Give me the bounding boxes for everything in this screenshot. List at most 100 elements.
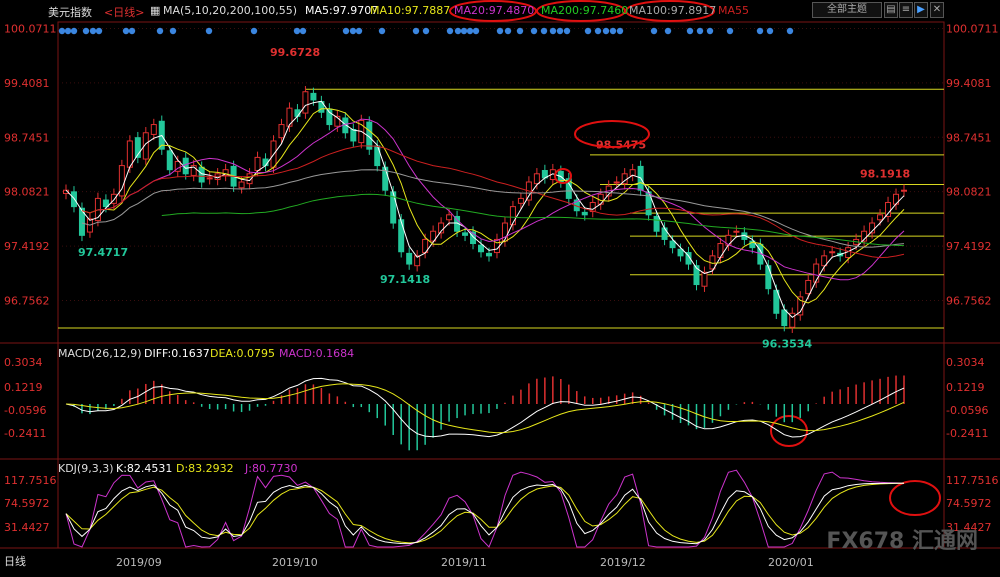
chart-stage: 100.0711 100.0711 99.4081 99.4081 98.7451 98.…	[0, 0, 1000, 573]
event-dot	[516, 27, 524, 35]
event-dot	[584, 27, 592, 35]
event-dot	[95, 27, 103, 35]
price-tick-right: 98.7451	[946, 131, 992, 144]
kdj-j: J:80.7730	[245, 462, 298, 475]
chart-period[interactable]: <日线>	[104, 4, 144, 20]
price-tick-right: 96.7562	[946, 294, 992, 307]
kdj-tick-right: 117.7516	[946, 474, 999, 487]
event-dot	[460, 27, 468, 35]
candle-body	[238, 181, 245, 189]
event-dot	[686, 27, 694, 35]
kdj-d: D:83.2932	[176, 462, 234, 475]
candle-body	[398, 219, 405, 253]
price-annotation: 98.1918	[860, 168, 910, 181]
event-dot	[602, 27, 610, 35]
close-icon[interactable]: ✕	[930, 2, 944, 18]
event-dot	[556, 27, 564, 35]
event-dot	[706, 27, 714, 35]
macd-tick-left: 0.3034	[4, 356, 43, 369]
event-dot	[205, 27, 213, 35]
candle-body	[485, 252, 492, 257]
macd-macd: MACD:0.1684	[279, 347, 355, 360]
kdj-tick-left: 31.4427	[4, 521, 50, 534]
candle-body	[294, 109, 301, 117]
event-dot	[563, 27, 571, 35]
candle-body	[629, 169, 636, 176]
settings-icon[interactable]: ▤	[884, 2, 898, 18]
event-dot	[70, 27, 78, 35]
candle-body	[533, 173, 540, 185]
candle-body	[350, 128, 357, 142]
price-tick-left: 96.7562	[4, 294, 50, 307]
candle-body	[653, 215, 660, 232]
price-annotation: 98.5475	[596, 138, 646, 151]
price-annotation: 97.1418	[380, 273, 430, 286]
kdj-tick-left: 117.7516	[4, 474, 57, 487]
macd-tick-left: 0.1219	[4, 381, 43, 394]
ma100-line	[81, 169, 905, 248]
macd-tick-right: 0.1219	[946, 381, 985, 394]
kdj-tick-left: 74.5972	[4, 497, 50, 510]
list-icon[interactable]: ≡	[899, 2, 913, 18]
ma55-value: MA55	[718, 4, 750, 17]
candle-body	[581, 211, 588, 216]
event-dot	[540, 27, 548, 35]
candle-body	[717, 243, 724, 258]
candle-body	[677, 248, 684, 257]
event-dot	[342, 27, 350, 35]
candle-body	[805, 279, 812, 295]
price-tick-left: 99.4081	[4, 77, 50, 90]
candle-body	[613, 181, 620, 184]
ma10-line	[81, 108, 905, 304]
candle-body	[206, 177, 213, 180]
candle-body	[150, 124, 157, 135]
period-label[interactable]: 日线	[4, 553, 26, 569]
event-dot	[156, 27, 164, 35]
candle-body	[701, 271, 708, 287]
ma200-value: MA200:97.7460	[541, 4, 629, 17]
event-dot	[293, 27, 301, 35]
month-label: 2020/01	[768, 556, 814, 569]
event-dot	[89, 27, 97, 35]
event-dot	[594, 27, 602, 35]
macd-tick-right: 0.3034	[946, 356, 985, 369]
kdj-d-line	[65, 482, 905, 544]
event-dot	[472, 27, 480, 35]
candle-body	[517, 197, 524, 204]
event-dot	[504, 27, 512, 35]
month-label: 2019/10	[272, 556, 318, 569]
candle-body	[198, 166, 205, 183]
price-annotation: 99.6728	[270, 46, 320, 59]
macd-tick-left: -0.2411	[4, 427, 46, 440]
event-dot	[250, 27, 258, 35]
expand-icon[interactable]: ▶	[914, 2, 928, 18]
stock-chart[interactable]: 100.0711 100.0711 99.4081 99.4081 98.7451 98.…	[0, 0, 1000, 573]
price-tick-right: 97.4192	[946, 240, 992, 253]
candle-body	[877, 214, 884, 221]
candle-body	[446, 214, 453, 221]
macd-tick-left: -0.0596	[4, 404, 46, 417]
macd-tick-right: -0.2411	[946, 427, 988, 440]
highlight-circle	[770, 415, 808, 447]
event-dot	[530, 27, 538, 35]
candle-body	[406, 252, 413, 265]
event-dot	[466, 27, 474, 35]
theme-dropdown[interactable]: 全部主题	[812, 2, 882, 18]
candle-body	[669, 240, 676, 249]
kdj-k: K:82.4531	[116, 462, 173, 475]
month-label: 2019/09	[116, 556, 162, 569]
macd-diff-line	[65, 377, 905, 438]
event-dot	[454, 27, 462, 35]
chart-symbol: 美元指数	[48, 6, 92, 19]
event-dot	[726, 27, 734, 35]
event-dot	[169, 27, 177, 35]
ma-square-icon: ▦	[150, 4, 161, 17]
ma100-value: MA100:97.8917	[629, 4, 717, 17]
event-dot	[299, 27, 307, 35]
event-dot	[64, 27, 72, 35]
event-dot	[446, 27, 454, 35]
event-dot	[349, 27, 357, 35]
event-dot	[756, 27, 764, 35]
price-annotation: 96.3534	[762, 338, 812, 351]
event-dot	[82, 27, 90, 35]
